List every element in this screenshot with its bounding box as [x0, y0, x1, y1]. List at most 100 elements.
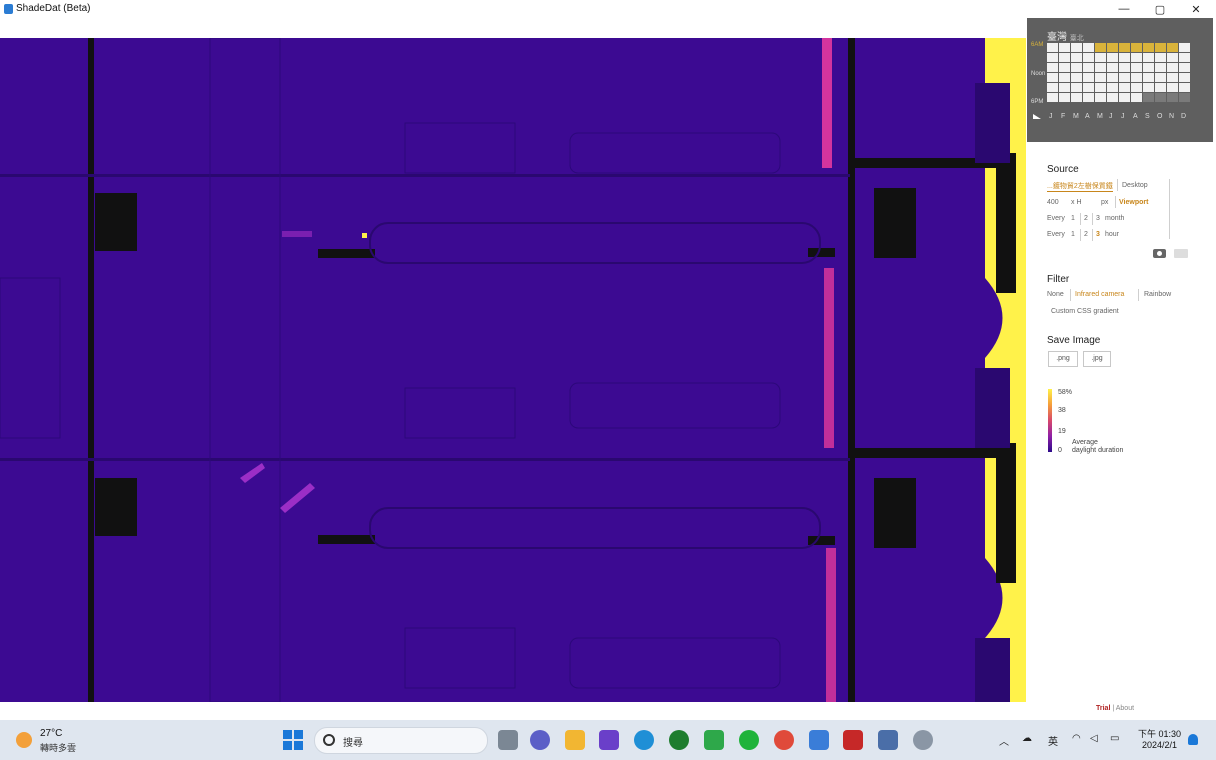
- calendar-cell[interactable]: [1047, 43, 1058, 52]
- calendar-cell[interactable]: [1059, 63, 1070, 72]
- weather-temperature[interactable]: 27°C: [40, 728, 62, 739]
- sun-calendar[interactable]: 臺灣 臺北 6AM Noon 6PM JFMAMJJASOND: [1027, 18, 1213, 142]
- calendar-cell[interactable]: [1155, 43, 1166, 52]
- chat-icon[interactable]: [530, 730, 550, 750]
- input-language[interactable]: 英: [1048, 733, 1058, 748]
- calendar-cell[interactable]: [1107, 83, 1118, 92]
- source-file-link[interactable]: ...鍍物貿2左樹保質鐵: [1047, 181, 1113, 192]
- calendar-cell[interactable]: [1155, 83, 1166, 92]
- folder-icon[interactable]: [1174, 249, 1188, 258]
- edge-icon[interactable]: [634, 730, 654, 750]
- calendar-cell[interactable]: [1119, 43, 1130, 52]
- calendar-cell[interactable]: [1095, 73, 1106, 82]
- calendar-cell[interactable]: [1095, 83, 1106, 92]
- calendar-cell[interactable]: [1083, 93, 1094, 102]
- desktop-option[interactable]: Desktop: [1122, 182, 1148, 189]
- calendar-cell[interactable]: [1071, 43, 1082, 52]
- xbox-icon[interactable]: [669, 730, 689, 750]
- calendar-cell[interactable]: [1155, 63, 1166, 72]
- calendar-cell[interactable]: [1179, 83, 1190, 92]
- taskbar-search[interactable]: 搜尋: [314, 727, 488, 754]
- calendar-cell[interactable]: [1071, 83, 1082, 92]
- calendar-cell[interactable]: [1131, 53, 1142, 62]
- clock-date[interactable]: 2024/2/1: [1142, 740, 1177, 750]
- minimize-button[interactable]: —: [1106, 0, 1142, 18]
- calendar-cell[interactable]: [1119, 73, 1130, 82]
- calendar-cell[interactable]: [1107, 93, 1118, 102]
- calendar-cell[interactable]: [1179, 63, 1190, 72]
- month-option-3[interactable]: 3: [1096, 215, 1100, 222]
- calendar-cell[interactable]: [1167, 53, 1178, 62]
- filter-custom-gradient[interactable]: Custom CSS gradient: [1051, 308, 1119, 315]
- calendar-cell[interactable]: [1143, 53, 1154, 62]
- line-icon[interactable]: [739, 730, 759, 750]
- save-png-button[interactable]: .png: [1048, 351, 1078, 367]
- calendar-cell[interactable]: [1083, 83, 1094, 92]
- close-button[interactable]: ✕: [1178, 0, 1214, 18]
- calendar-cell[interactable]: [1083, 43, 1094, 52]
- calendar-cell[interactable]: [1143, 43, 1154, 52]
- viewport-option[interactable]: Viewport: [1119, 199, 1148, 206]
- calendar-cell[interactable]: [1131, 83, 1142, 92]
- calendar-cell[interactable]: [1155, 53, 1166, 62]
- filter-infrared[interactable]: Infrared camera: [1075, 291, 1124, 298]
- calendar-cell[interactable]: [1107, 43, 1118, 52]
- calendar-cell[interactable]: [1167, 73, 1178, 82]
- calendar-cell[interactable]: [1059, 83, 1070, 92]
- hour-option-1[interactable]: 1: [1071, 231, 1075, 238]
- calendar-cell[interactable]: [1047, 53, 1058, 62]
- month-option-2[interactable]: 2: [1084, 215, 1088, 222]
- calendar-cell[interactable]: [1047, 63, 1058, 72]
- chrome-icon[interactable]: [774, 730, 794, 750]
- calendar-cell[interactable]: [1143, 83, 1154, 92]
- weather-description[interactable]: 轉時多雲: [40, 741, 76, 754]
- calendar-cell[interactable]: [1119, 53, 1130, 62]
- hour-option-3[interactable]: 3: [1096, 231, 1100, 238]
- calendar-cell[interactable]: [1131, 63, 1142, 72]
- calendar-cell[interactable]: [1095, 63, 1106, 72]
- calendar-cell[interactable]: [1179, 93, 1190, 102]
- calendar-cell[interactable]: [1179, 43, 1190, 52]
- app-icon[interactable]: [599, 730, 619, 750]
- calendar-cell[interactable]: [1083, 63, 1094, 72]
- calendar-cell[interactable]: [1131, 43, 1142, 52]
- cloud-icon[interactable]: ☁: [1022, 733, 1032, 744]
- render-viewport[interactable]: [0, 38, 1026, 702]
- calendar-cell[interactable]: [1083, 73, 1094, 82]
- wifi-icon[interactable]: ◠: [1072, 733, 1081, 744]
- calendar-cell[interactable]: [1131, 93, 1142, 102]
- shadedat-icon[interactable]: [809, 730, 829, 750]
- calendar-cell[interactable]: [1047, 93, 1058, 102]
- calendar-cell[interactable]: [1179, 73, 1190, 82]
- calendar-cell[interactable]: [1059, 53, 1070, 62]
- month-option-1[interactable]: 1: [1071, 215, 1075, 222]
- calendar-cell[interactable]: [1107, 73, 1118, 82]
- about-link[interactable]: About: [1116, 705, 1134, 712]
- calendar-cell[interactable]: [1071, 53, 1082, 62]
- maximize-button[interactable]: ▢: [1142, 0, 1178, 18]
- calendar-cell[interactable]: [1071, 63, 1082, 72]
- width-input[interactable]: 400: [1047, 199, 1059, 206]
- calendar-cell[interactable]: [1131, 73, 1142, 82]
- calendar-cell[interactable]: [1167, 83, 1178, 92]
- calendar-cell[interactable]: [1095, 53, 1106, 62]
- calendar-cell[interactable]: [1119, 83, 1130, 92]
- calendar-cell[interactable]: [1143, 73, 1154, 82]
- calendar-cell[interactable]: [1167, 63, 1178, 72]
- evernote-icon[interactable]: [704, 730, 724, 750]
- calendar-cell[interactable]: [1071, 73, 1082, 82]
- calendar-cell[interactable]: [1143, 63, 1154, 72]
- task-view-icon[interactable]: [498, 730, 518, 750]
- calendar-cell[interactable]: [1143, 93, 1154, 102]
- play-icon[interactable]: [1033, 114, 1041, 119]
- calendar-cell[interactable]: [1107, 53, 1118, 62]
- calendar-grid[interactable]: [1047, 43, 1190, 102]
- calendar-cell[interactable]: [1155, 93, 1166, 102]
- calendar-cell[interactable]: [1047, 73, 1058, 82]
- calendar-cell[interactable]: [1179, 53, 1190, 62]
- filter-none[interactable]: None: [1047, 291, 1064, 298]
- save-jpg-button[interactable]: .jpg: [1083, 351, 1111, 367]
- calendar-cell[interactable]: [1059, 73, 1070, 82]
- notification-bell-icon[interactable]: [1188, 734, 1198, 745]
- calendar-cell[interactable]: [1107, 63, 1118, 72]
